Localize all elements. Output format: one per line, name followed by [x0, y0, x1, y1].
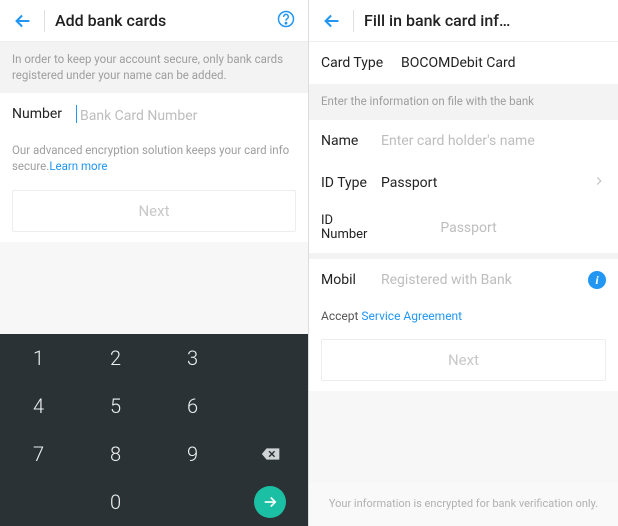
- divider: [353, 10, 354, 32]
- header: Fill in bank card inf…: [309, 0, 618, 42]
- page-title: Add bank cards: [55, 11, 276, 30]
- key-empty: [154, 478, 231, 526]
- screen-fill-info: Fill in bank card inf… Card Type BOCOMDe…: [309, 0, 618, 526]
- key-4[interactable]: 4: [0, 382, 77, 430]
- key-enter[interactable]: [231, 478, 308, 526]
- arrow-left-icon: [321, 10, 343, 32]
- key-6[interactable]: 6: [154, 382, 231, 430]
- arrow-right-icon: [261, 493, 279, 511]
- next-button[interactable]: Next: [12, 190, 296, 232]
- card-type-value: BOCOMDebit Card: [401, 55, 516, 71]
- spacer: [309, 391, 618, 483]
- mobile-row: Mobil i: [309, 259, 618, 301]
- back-button[interactable]: [12, 10, 34, 32]
- arrow-left-icon: [12, 10, 34, 32]
- key-empty: [0, 478, 77, 526]
- key-empty: [231, 382, 308, 430]
- key-empty: [231, 334, 308, 382]
- numeric-keypad: 1 2 3 4 5 6 7 8 9 0: [0, 334, 308, 526]
- screen-add-card: Add bank cards In order to keep your acc…: [0, 0, 309, 526]
- key-5[interactable]: 5: [77, 382, 154, 430]
- mobile-label: Mobil: [321, 272, 381, 288]
- key-1[interactable]: 1: [0, 334, 77, 382]
- key-7[interactable]: 7: [0, 430, 77, 478]
- page-title: Fill in bank card inf…: [364, 11, 606, 30]
- number-label: Number: [12, 106, 76, 122]
- name-label: Name: [321, 133, 381, 149]
- backspace-icon: [259, 443, 281, 465]
- key-9[interactable]: 9: [154, 430, 231, 478]
- name-row: Name: [309, 120, 618, 162]
- id-type-value: Passport: [381, 175, 592, 191]
- back-button[interactable]: [321, 10, 343, 32]
- key-2[interactable]: 2: [77, 334, 154, 382]
- text-cursor: [76, 105, 77, 123]
- service-agreement-link[interactable]: Service Agreement: [361, 309, 462, 323]
- encryption-note: Our advanced encryption solution keeps y…: [0, 135, 308, 182]
- help-icon: [276, 9, 296, 29]
- name-input[interactable]: [381, 133, 606, 149]
- card-type-label: Card Type: [321, 55, 401, 71]
- card-number-input[interactable]: [76, 108, 258, 124]
- info-banner: Enter the information on file with the b…: [309, 84, 618, 120]
- spacer: [0, 242, 308, 334]
- accept-line: Accept Service Agreement: [309, 301, 618, 331]
- id-number-value: Passport: [381, 220, 606, 236]
- divider: [44, 10, 45, 32]
- info-button[interactable]: i: [588, 271, 606, 289]
- card-type-row: Card Type BOCOMDebit Card: [309, 42, 618, 84]
- key-8[interactable]: 8: [77, 430, 154, 478]
- help-button[interactable]: [276, 9, 296, 33]
- card-number-row: Number: [0, 93, 308, 135]
- intro-banner: In order to keep your account secure, on…: [0, 42, 308, 93]
- footer-note: Your information is encrypted for bank v…: [309, 483, 618, 526]
- learn-more-link[interactable]: Learn more: [49, 159, 107, 173]
- chevron-right-icon: [592, 173, 606, 192]
- mobile-input[interactable]: [381, 272, 588, 288]
- next-button[interactable]: Next: [321, 339, 606, 381]
- id-number-row: ID Number Passport: [309, 204, 618, 254]
- id-number-label: ID Number: [321, 214, 381, 244]
- key-0[interactable]: 0: [77, 478, 154, 526]
- key-backspace[interactable]: [231, 430, 308, 478]
- key-3[interactable]: 3: [154, 334, 231, 382]
- header: Add bank cards: [0, 0, 308, 42]
- id-type-row[interactable]: ID Type Passport: [309, 162, 618, 204]
- id-type-label: ID Type: [321, 175, 381, 191]
